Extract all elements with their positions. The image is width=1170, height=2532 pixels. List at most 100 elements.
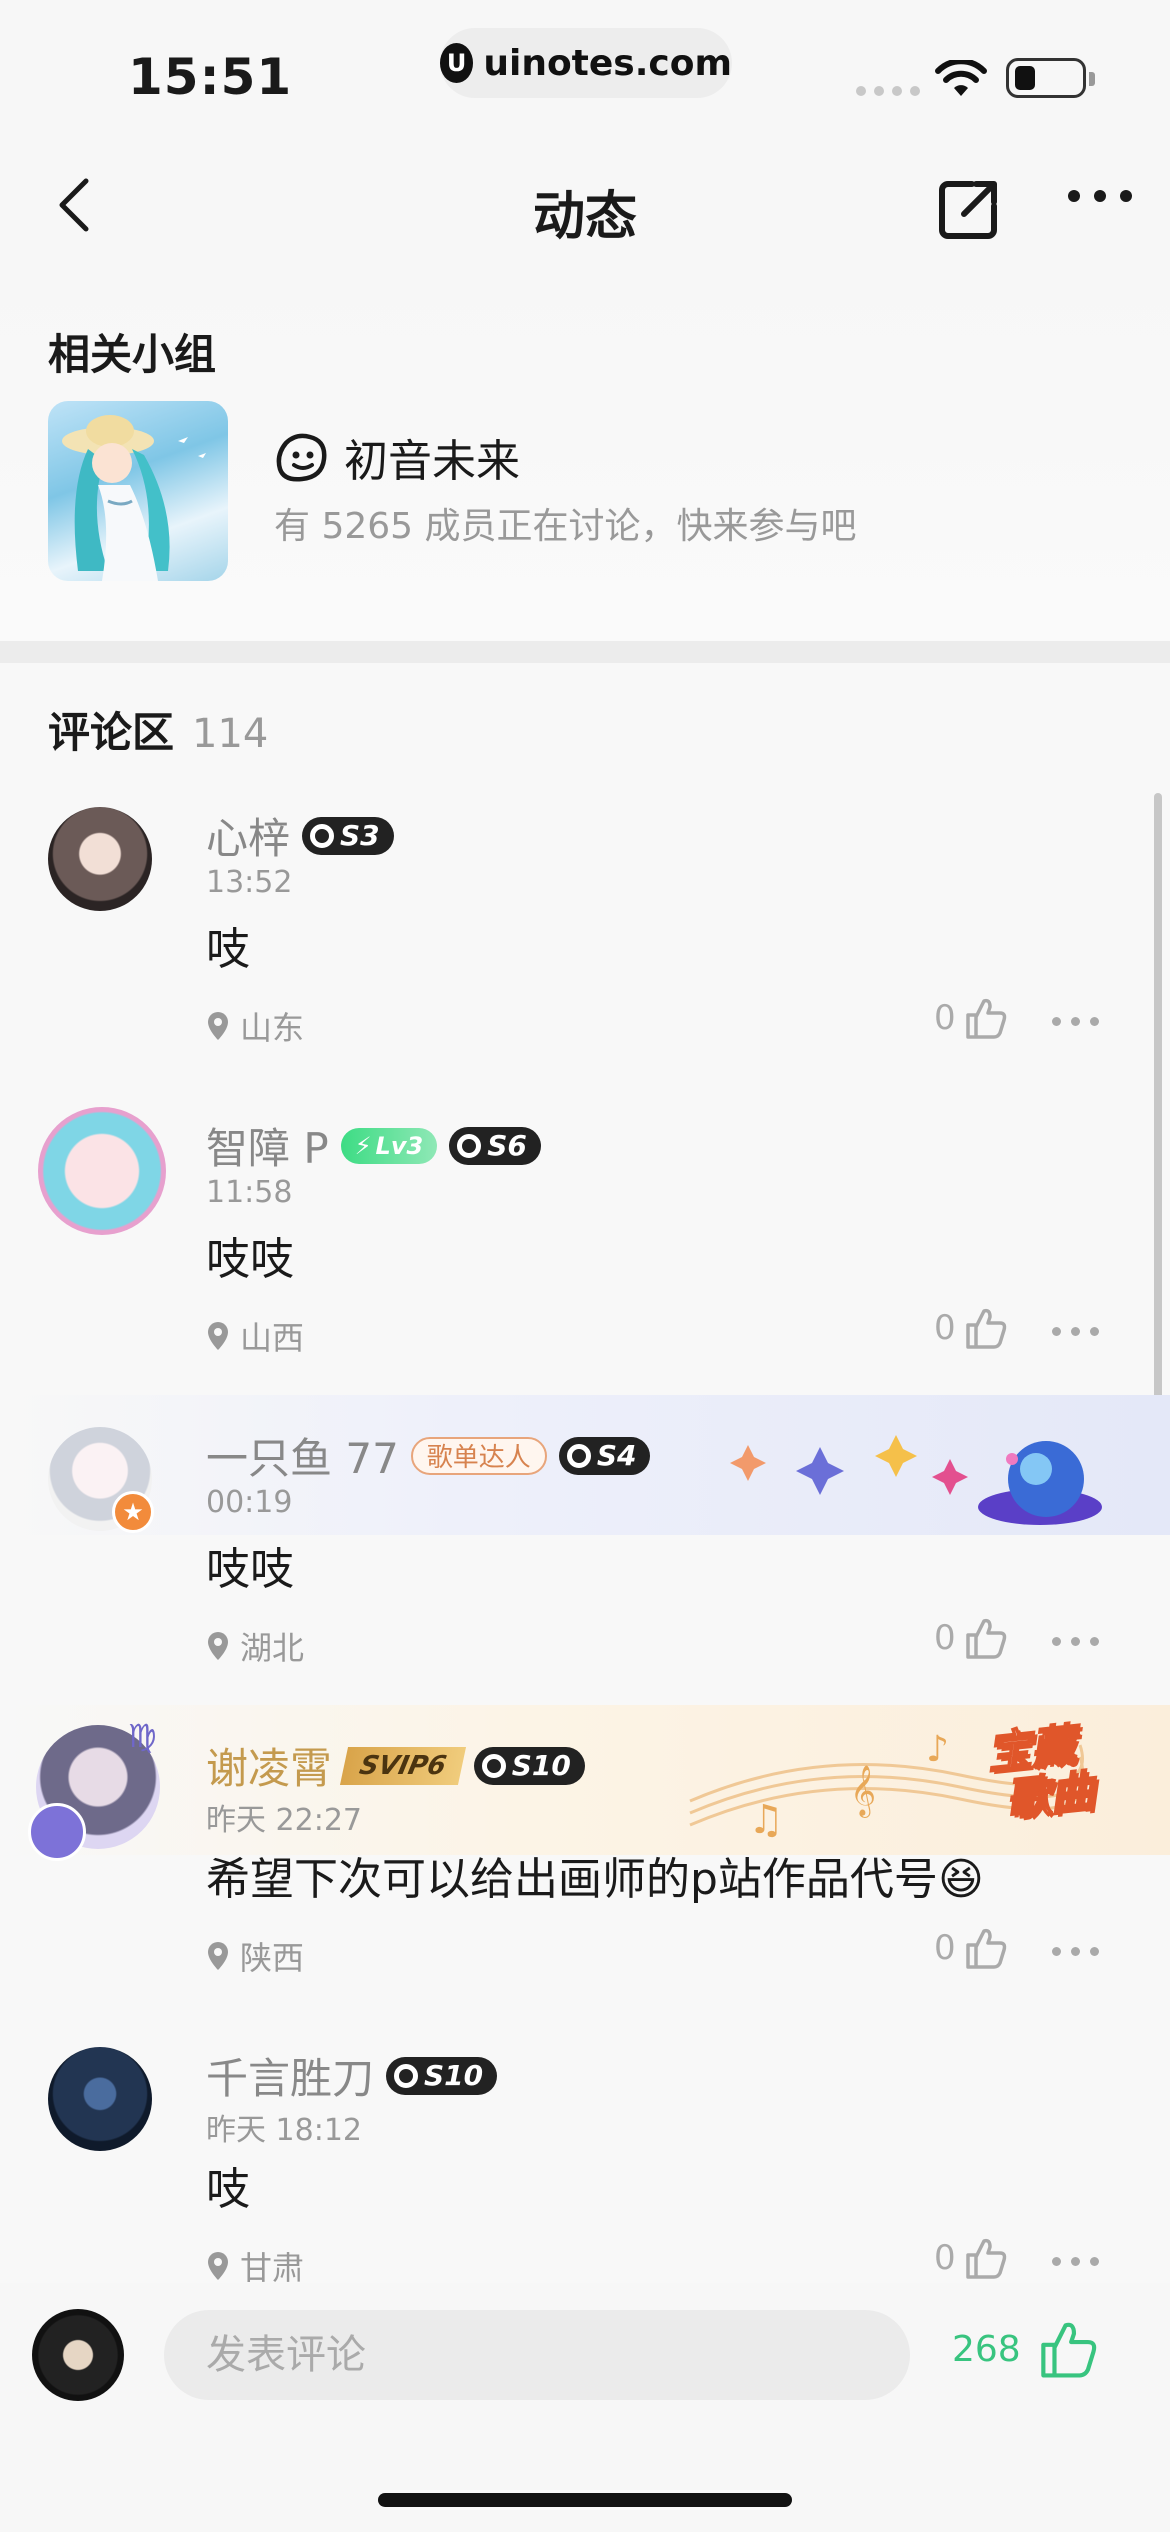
user-row: 一只鱼 77 歌单达人 S4 — [206, 1425, 651, 1486]
more-icon[interactable] — [1068, 190, 1132, 202]
thumbs-up-icon — [965, 1308, 1006, 1349]
user-name[interactable]: 千言胜刀 — [206, 2045, 374, 2106]
url-text: uinotes.com — [483, 42, 732, 84]
comments-count: 114 — [192, 711, 269, 757]
comment-item: 智障 P ⚡ Lv3 S6 11:58 吱吱 山西 0 — [0, 1085, 1170, 1395]
comment-input[interactable] — [164, 2310, 910, 2400]
location-text: 山西 — [240, 1319, 305, 1357]
group-name-row[interactable]: 初音未来 — [274, 425, 520, 489]
location-text: 陕西 — [240, 1939, 305, 1977]
avatar[interactable] — [48, 2047, 152, 2151]
level-badge[interactable]: S3 — [302, 816, 394, 855]
comment-more-icon[interactable] — [1052, 1017, 1099, 1026]
location-pin-icon — [208, 1942, 228, 1970]
share-button[interactable] — [936, 176, 1002, 242]
comment-text[interactable]: 吱吱 — [206, 1533, 294, 1597]
wifi-icon — [935, 60, 987, 96]
svg-text:♫: ♫ — [748, 1797, 784, 1843]
user-row: 谢凌霄 SVIP6 S10 — [206, 1735, 585, 1796]
thumbs-up-icon — [965, 1618, 1006, 1659]
location-pin-icon — [208, 1632, 228, 1660]
like-count: 0 — [934, 1308, 956, 1348]
playlist-expert-badge[interactable]: 歌单达人 — [410, 1436, 547, 1475]
comment-item: 千言胜刀 S10 昨天 18:12 吱 甘肃 0 — [0, 2015, 1170, 2283]
lv-badge-text: Lv3 — [375, 1131, 424, 1160]
level-badge-text: S3 — [340, 819, 380, 852]
status-time: 15:51 — [128, 48, 293, 106]
comment-text-body: 希望下次可以给出画师的p站作品代号 — [206, 1854, 938, 1905]
level-badge[interactable]: S10 — [386, 2056, 498, 2095]
location-pin-icon — [208, 2252, 228, 2280]
site-logo-icon: U — [440, 43, 474, 83]
comment-time: 昨天 18:12 — [206, 2113, 362, 2148]
level-badge[interactable]: S4 — [558, 1436, 651, 1475]
comment-time: 11:58 — [206, 1175, 293, 1210]
post-like-button[interactable]: 268 — [952, 2317, 1099, 2381]
location-text: 甘肃 — [240, 2249, 305, 2283]
location-text: 湖北 — [240, 1629, 305, 1667]
user-row: 心梓 S3 — [206, 805, 394, 866]
location-pin-icon — [208, 1012, 228, 1040]
like-button[interactable]: 0 — [934, 1615, 1008, 1661]
user-name[interactable]: 心梓 — [206, 805, 290, 866]
comment-more-icon[interactable] — [1052, 2257, 1099, 2266]
vinyl-ring-icon — [566, 1443, 591, 1468]
section-divider — [0, 641, 1170, 663]
current-user-avatar[interactable] — [32, 2309, 124, 2401]
svg-text:♪: ♪ — [926, 1729, 949, 1770]
related-group-section: 相关小组 初音未来 有 5265 成员正在讨论，快来参与吧 — [0, 275, 1170, 641]
battery-icon — [1006, 58, 1095, 98]
star-badge-icon: ★ — [112, 1491, 154, 1533]
location-pin-icon — [208, 1322, 228, 1350]
signal-icon — [856, 86, 920, 96]
user-name[interactable]: 智障 P — [206, 1115, 329, 1176]
home-indicator — [378, 2493, 792, 2507]
comment-time: 昨天 22:27 — [206, 1803, 362, 1838]
user-name[interactable]: 谢凌霄 — [206, 1735, 332, 1796]
group-name: 初音未来 — [344, 436, 520, 487]
user-row: 智障 P ⚡ Lv3 S6 — [206, 1115, 541, 1176]
thumbs-up-icon — [965, 1928, 1006, 1969]
like-button[interactable]: 0 — [934, 995, 1008, 1041]
comment-time: 00:19 — [206, 1485, 293, 1520]
comment-text[interactable]: 希望下次可以给出画师的p站作品代号😆 — [206, 1843, 984, 1907]
comment-text[interactable]: 吱 — [206, 913, 250, 977]
share-icon — [939, 181, 997, 239]
thumbs-up-icon — [1040, 2322, 1096, 2378]
like-count: 0 — [934, 2238, 956, 2278]
comment-item: 心梓 S3 13:52 吱 山东 0 — [0, 775, 1170, 1085]
level-badge[interactable]: S10 — [473, 1746, 585, 1785]
vinyl-ring-icon — [394, 2063, 419, 2088]
like-button[interactable]: 0 — [934, 1305, 1008, 1351]
comment-more-icon[interactable] — [1052, 1637, 1099, 1646]
avatar[interactable] — [38, 1107, 166, 1235]
comment-time: 13:52 — [206, 865, 293, 900]
comment-text[interactable]: 吱吱 — [206, 1223, 294, 1287]
user-name[interactable]: 一只鱼 77 — [206, 1425, 399, 1486]
like-count: 0 — [934, 998, 956, 1038]
url-pill[interactable]: U uinotes.com — [440, 28, 732, 98]
nav-bar: 动态 — [0, 130, 1170, 275]
level-badge[interactable]: S6 — [449, 1126, 541, 1165]
lv-badge[interactable]: ⚡ Lv3 — [340, 1127, 438, 1164]
group-cover-image[interactable] — [48, 401, 228, 581]
comment-item: ★ 一只鱼 77 歌单达人 S4 00:19 吱吱 湖北 0 — [0, 1395, 1170, 1705]
group-cover-art — [62, 415, 206, 581]
like-count: 0 — [934, 1928, 956, 1968]
level-badge-text: S6 — [487, 1129, 527, 1162]
thumbs-up-icon — [965, 998, 1006, 1039]
comment-text[interactable]: 吱 — [206, 2153, 250, 2217]
avatar[interactable] — [48, 807, 152, 911]
like-button[interactable]: 0 — [934, 2235, 1008, 2281]
avatar-pendant-icon — [28, 1803, 86, 1861]
comment-more-icon[interactable] — [1052, 1947, 1099, 1956]
level-badge-text: S4 — [596, 1439, 637, 1472]
comment-more-icon[interactable] — [1052, 1327, 1099, 1336]
lightning-icon: ⚡ — [354, 1131, 372, 1160]
svip-badge[interactable]: SVIP6 — [339, 1746, 466, 1785]
vinyl-ring-icon — [457, 1133, 482, 1158]
like-button[interactable]: 0 — [934, 1925, 1008, 1971]
location: 甘肃 — [206, 2243, 304, 2283]
vinyl-ring-icon — [310, 823, 335, 848]
location: 山西 — [206, 1313, 304, 1359]
